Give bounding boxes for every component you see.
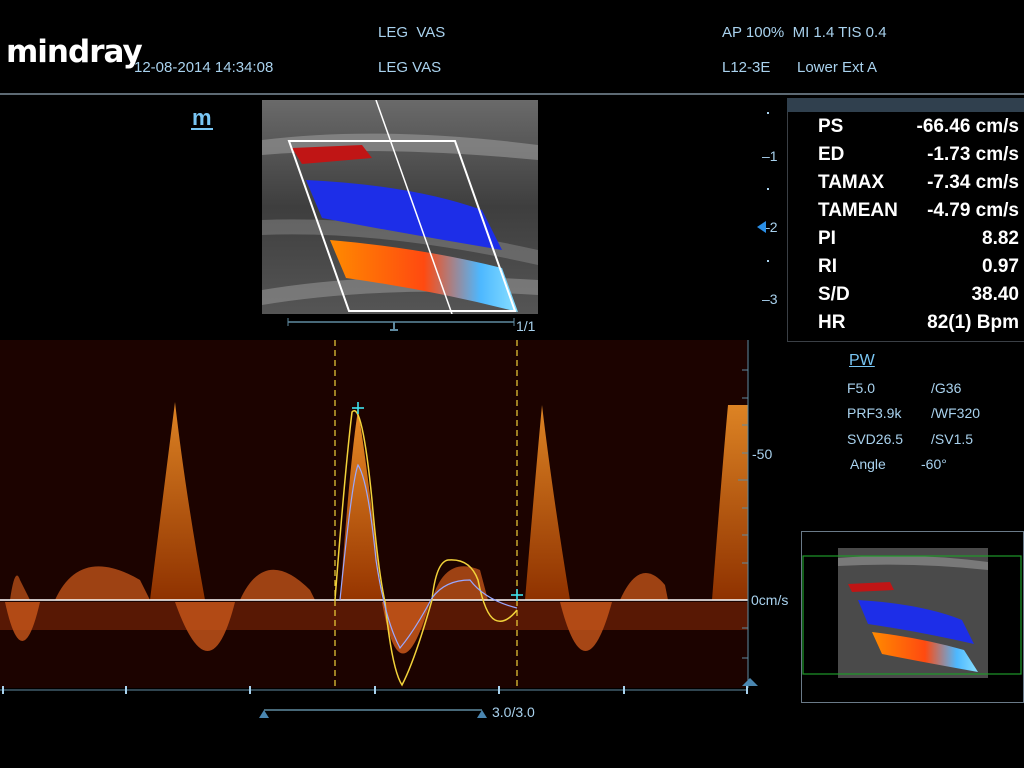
measurement-row-tamax: TAMAX -7.34 cm/s — [818, 172, 1019, 200]
sweep-speed-scale — [259, 709, 487, 718]
acoustic-power-info: AP 100% MI 1.4 TIS 0.4 — [722, 24, 887, 41]
spectral-doppler-display — [0, 340, 758, 694]
measurement-list: PS -66.46 cm/s ED -1.73 cm/s TAMAX -7.34 cm… — [787, 114, 1024, 342]
page-indicator: 1/1 — [516, 318, 536, 334]
measurement-label: PI — [818, 228, 836, 249]
baseline-velocity-label: 0cm/s — [751, 592, 789, 608]
mindray-logo: mindray — [6, 34, 143, 70]
pw-wall-filter: /WF320 — [931, 405, 981, 421]
mode-m-icon[interactable]: m — [191, 107, 213, 130]
measurement-value: -66.46 cm/s — [916, 116, 1019, 137]
bmode-width-scale — [287, 318, 515, 331]
measurement-value: -4.79 cm/s — [927, 200, 1019, 221]
measurement-row-sd: S/D 38.40 — [818, 284, 1019, 312]
sweep-speed-label: 3.0/3.0 — [492, 704, 535, 720]
measurement-label: TAMEAN — [818, 200, 898, 221]
measurement-label: S/D — [818, 284, 850, 305]
pw-gain: /G36 — [931, 380, 962, 396]
pw-frequency: F5.0 — [847, 380, 876, 396]
measurement-label: HR — [818, 312, 846, 333]
exam-name-bottom: LEG VAS — [378, 59, 442, 76]
reference-doppler-thumbnail — [802, 548, 1022, 678]
measurement-value: 8.82 — [982, 228, 1019, 249]
measurement-value: 0.97 — [982, 256, 1019, 277]
exam-datetime: 12-08-2014 14:34:08 — [134, 59, 274, 76]
pw-mode-label[interactable]: PW — [849, 352, 875, 370]
measurement-label: TAMAX — [818, 172, 885, 193]
pw-angle-value: -60° — [921, 456, 947, 472]
measurement-label: RI — [818, 256, 837, 277]
reference-image-panel[interactable] — [801, 531, 1024, 703]
pw-prf: PRF3.9k — [847, 405, 902, 421]
depth-tick-2: 2 — [769, 219, 778, 235]
measurement-value: -1.73 cm/s — [927, 144, 1019, 165]
measurement-value: 82(1) Bpm — [927, 312, 1019, 333]
measurement-value: -7.34 cm/s — [927, 172, 1019, 193]
spectrum-background — [0, 340, 748, 688]
measurement-row-ps: PS -66.46 cm/s — [818, 116, 1019, 144]
exam-name-top: LEG VAS — [378, 24, 446, 41]
velocity-tick-label: -50 — [752, 446, 773, 462]
probe-name: L12-3E — [722, 59, 771, 76]
measurement-label: PS — [818, 116, 844, 137]
preset-name: Lower Ext A — [797, 59, 878, 76]
measurement-value: 38.40 — [971, 284, 1019, 305]
measurement-row-tamean: TAMEAN -4.79 cm/s — [818, 200, 1019, 228]
depth-tick-1: 1 — [769, 148, 778, 164]
measurement-row-pi: PI 8.82 — [818, 228, 1019, 256]
measurement-panel-header[interactable] — [787, 98, 1024, 112]
pw-angle-label: Angle — [850, 456, 886, 472]
measurement-row-hr: HR 82(1) Bpm — [818, 312, 1019, 340]
measurement-row-ed: ED -1.73 cm/s — [818, 144, 1019, 172]
measurement-label: ED — [818, 144, 845, 165]
depth-tick-3: 3 — [769, 291, 778, 307]
pw-sv-size: /SV1.5 — [931, 431, 974, 447]
header-divider — [0, 93, 1024, 95]
pw-sv-depth: SVD26.5 — [847, 431, 904, 447]
measurement-row-ri: RI 0.97 — [818, 256, 1019, 284]
depth-scale: –1 –2 –3 — [762, 110, 784, 310]
color-doppler-image — [262, 100, 538, 314]
focus-marker-icon[interactable] — [757, 221, 766, 233]
